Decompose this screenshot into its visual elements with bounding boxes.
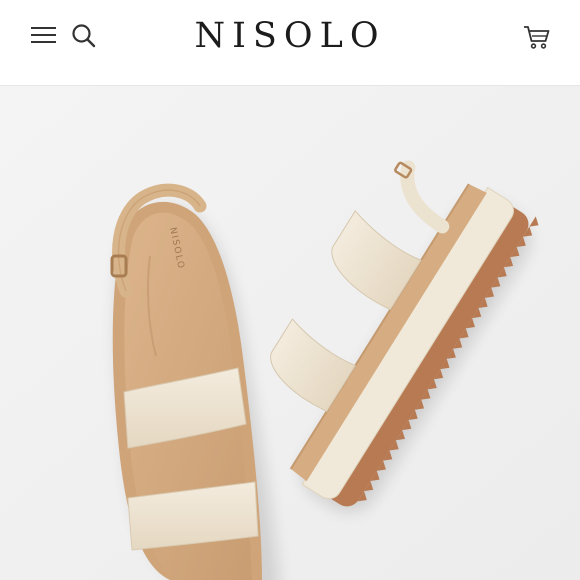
brand-logo[interactable]: NISOLO (0, 14, 580, 58)
shopping-cart-icon (524, 26, 550, 49)
sandals-photo: NISOLO (0, 86, 580, 580)
cart-button[interactable] (522, 22, 552, 52)
product-hero-image: NISOLO (0, 86, 580, 580)
site-header: NISOLO (0, 0, 580, 86)
